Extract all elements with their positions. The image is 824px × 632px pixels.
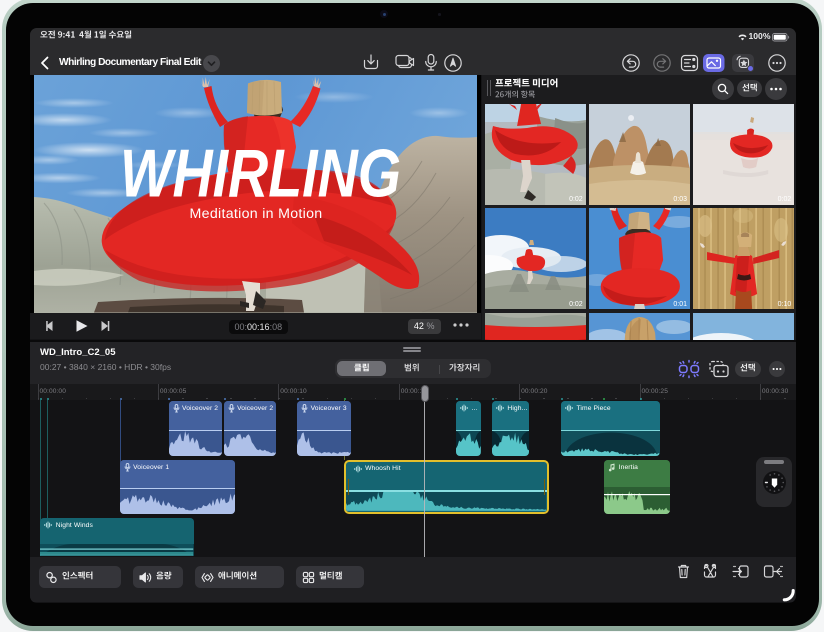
svg-text:Meditation in Motion: Meditation in Motion (190, 206, 323, 222)
svg-text:WHIRLING: WHIRLING (120, 136, 401, 212)
